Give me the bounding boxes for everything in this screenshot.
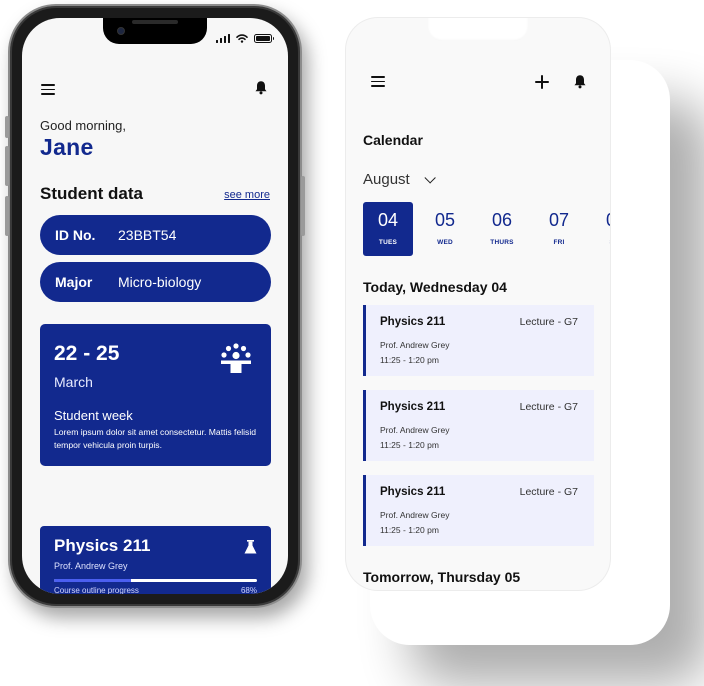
event-month: March [54,374,93,390]
notch [428,18,528,41]
lecture-card[interactable]: Physics 211 Lecture - G7 Prof. Andrew Gr… [363,305,594,376]
speaker [132,20,178,24]
day-item[interactable]: 05 WED [420,202,470,256]
month-dropdown[interactable]: August [363,171,436,188]
lecture-room: Lecture - G7 [519,401,578,413]
people-icon [221,343,251,373]
day-item[interactable]: 06 THURS [477,202,527,256]
day-weekday: FRI [553,239,565,246]
battery-icon [254,34,274,43]
course-professor: Prof. Andrew Grey [54,561,128,571]
volume-down-button [5,196,9,236]
bell-icon[interactable] [573,74,587,89]
course-title: Physics 211 [54,536,151,555]
course-progress-fill [54,579,132,582]
day-number: 06 [491,210,513,230]
student-data-heading: Student data [40,184,143,203]
field-value: Micro-biology [118,274,202,290]
major-field: Major Micro-biology [40,262,271,302]
wifi-icon [236,34,248,43]
day-number: 08 [591,210,610,231]
lecture-professor: Prof. Andrew Grey [380,425,450,435]
plus-icon[interactable] [535,75,549,89]
field-label: ID No. [55,227,96,243]
field-label: Major [55,274,93,290]
mute-switch [5,116,9,138]
bell-icon[interactable] [254,80,268,95]
power-button [301,176,305,236]
status-bar [215,34,274,43]
chevron-down-icon [424,171,436,184]
lecture-professor: Prof. Andrew Grey [380,340,450,350]
volume-up-button [5,146,9,186]
day-number: 05 [434,210,456,230]
lecture-course: Physics 211 [380,401,446,413]
menu-icon[interactable] [41,84,55,95]
day-selector: 04 TUES 05 WED 06 THURS 07 FRI 08 SAT [363,202,610,256]
course-progress-bar [54,579,257,582]
day-item[interactable]: 07 FRI [534,202,584,256]
today-heading: Today, Wednesday 04 [363,279,507,295]
day-weekday: THURS [490,239,514,246]
field-value: 23BBT54 [118,227,177,243]
day-weekday: TUES [378,239,398,246]
lecture-card[interactable]: Physics 211 Lecture - G7 Prof. Andrew Gr… [363,390,594,461]
user-name: Jane [40,134,94,160]
lecture-course: Physics 211 [380,486,446,498]
event-description: Lorem ipsum dolor sit amet consectetur. … [54,427,257,450]
lecture-room: Lecture - G7 [519,316,578,328]
flask-icon [244,540,257,554]
home-screen: Good morning, Jane Student data see more… [22,18,288,594]
event-title: Student week [54,408,133,423]
see-more-link[interactable]: see more [224,189,270,201]
month-value: August [363,171,410,188]
day-weekday: WED [437,239,453,246]
camera-icon [117,27,125,35]
tomorrow-heading: Tomorrow, Thursday 05 [363,569,521,585]
student-id-field: ID No. 23BBT54 [40,215,271,255]
lecture-time: 11:25 - 1:20 pm [380,355,439,365]
phone-mockup-calendar: Calendar August 04 TUES 05 WED 06 THURS … [346,18,610,590]
lecture-room: Lecture - G7 [519,486,578,498]
lecture-time: 11:25 - 1:20 pm [380,440,439,450]
progress-label: Course outline progress [54,586,139,594]
progress-value: 68% [240,586,257,594]
lecture-course: Physics 211 [380,316,446,328]
event-card[interactable]: 22 - 25 March Student week Lorem ipsum d… [40,324,271,466]
event-dates: 22 - 25 [54,342,120,365]
signal-icon [215,34,230,43]
phone-mockup-home: Good morning, Jane Student data see more… [5,4,305,608]
menu-icon[interactable] [371,76,385,87]
day-weekday: SAT [591,239,610,246]
day-item[interactable]: 08 SAT [591,202,610,256]
day-number: 07 [548,210,570,230]
calendar-title: Calendar [363,132,423,148]
day-number: 04 [377,210,399,230]
lecture-card[interactable]: Physics 211 Lecture - G7 Prof. Andrew Gr… [363,475,594,546]
greeting-text: Good morning, [40,118,126,133]
course-card[interactable]: Physics 211 Prof. Andrew Grey Course out… [40,526,271,594]
notch [103,18,207,44]
lecture-time: 11:25 - 1:20 pm [380,525,439,535]
day-item[interactable]: 04 TUES [363,202,413,256]
lecture-professor: Prof. Andrew Grey [380,510,450,520]
